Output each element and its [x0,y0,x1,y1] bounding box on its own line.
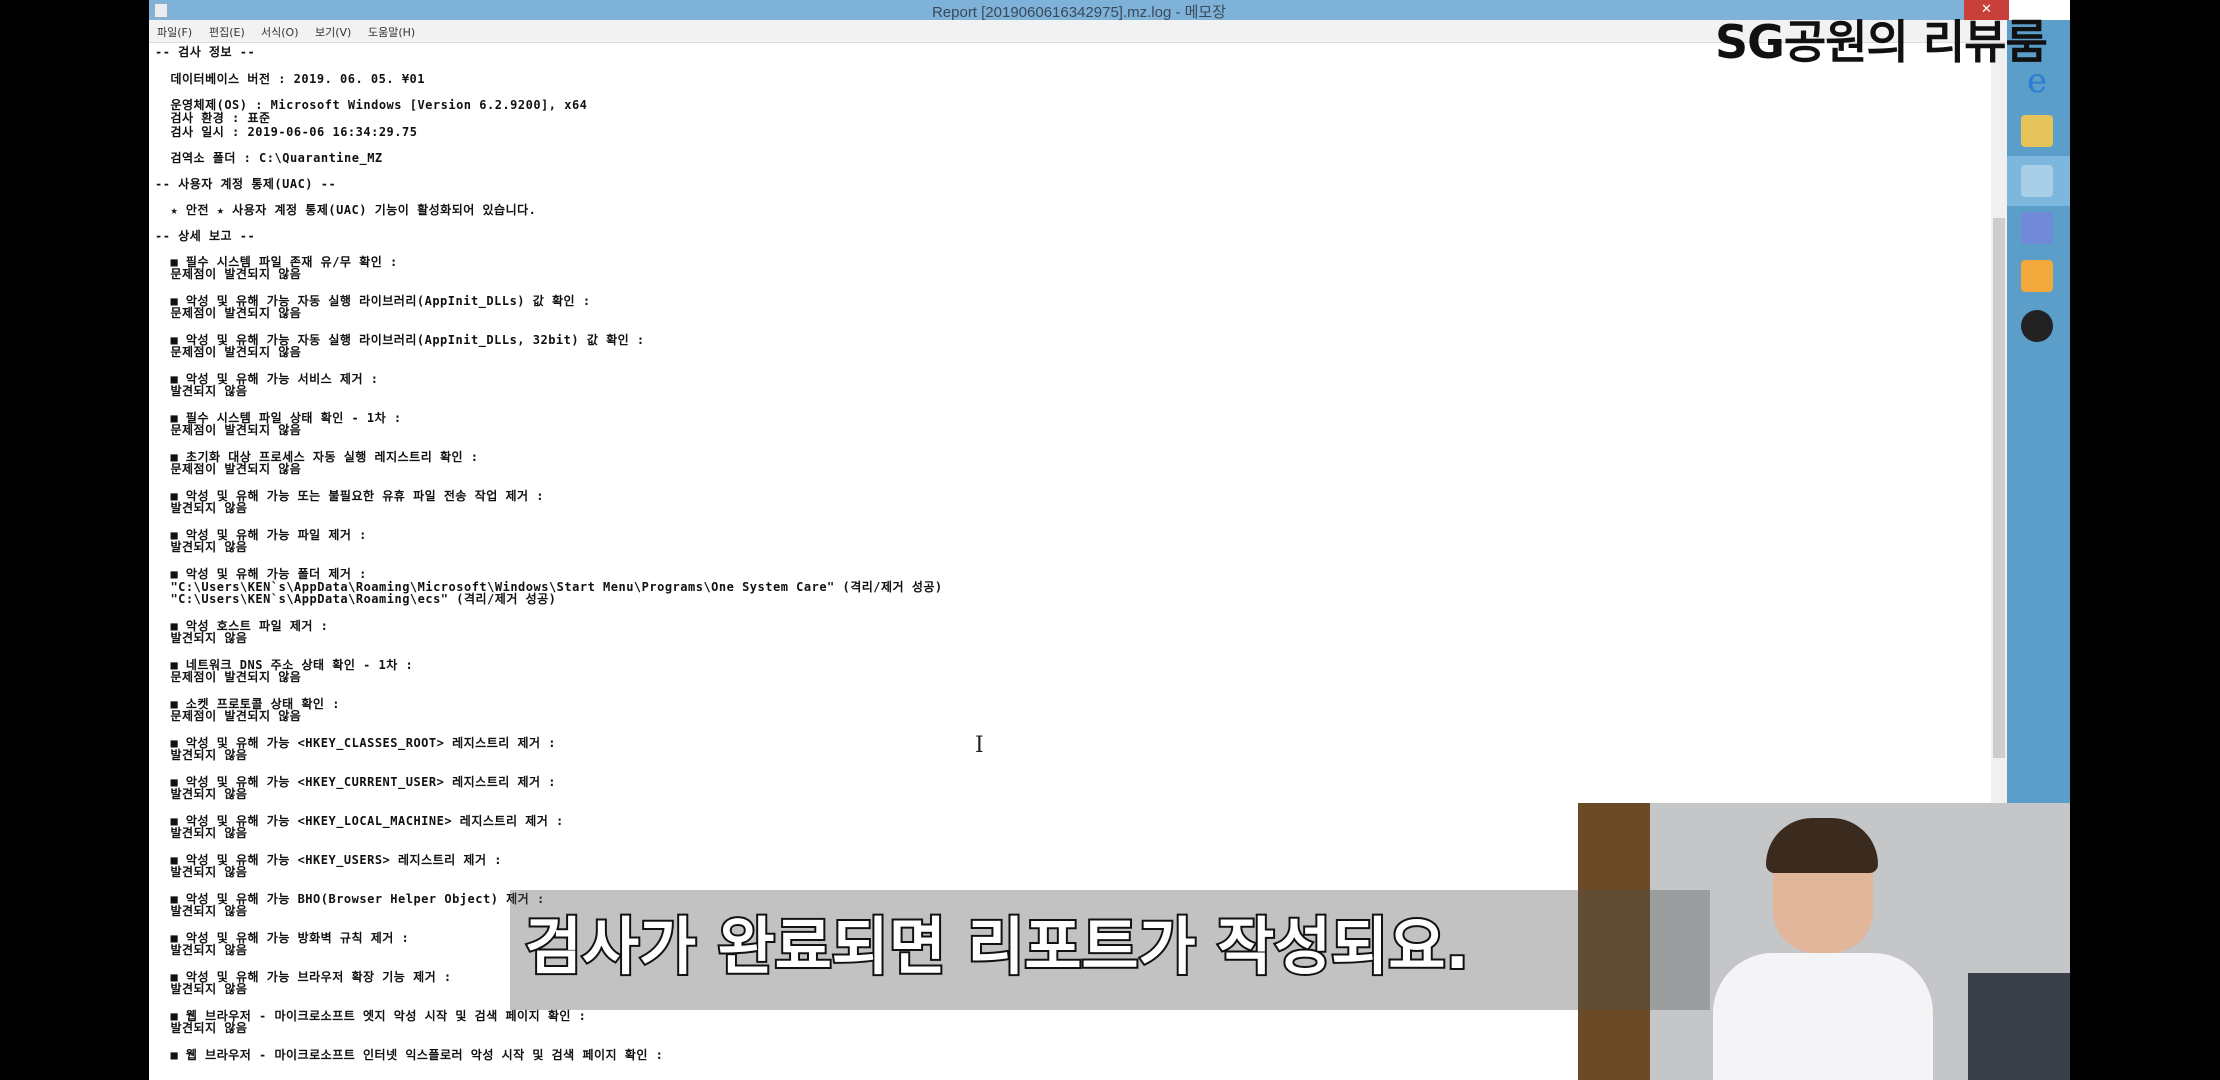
log-line: 발견되지 않음 [155,904,248,918]
log-line: 발견되지 않음 [155,1021,248,1035]
text-cursor-icon: I [975,733,984,758]
log-line: 문제점이 발견되지 않음 [155,306,302,320]
log-line: 발견되지 않음 [155,982,248,996]
log-line: 발견되지 않음 [155,384,248,398]
log-line: 검역소 폴더 : C:\Quarantine_MZ [155,151,383,165]
obs-icon[interactable] [2021,310,2053,342]
log-line: 문제점이 발견되지 않음 [155,423,302,437]
log-line: 검사 일시 : 2019-06-06 16:34:29.75 [155,125,418,139]
log-line: 발견되지 않음 [155,540,248,554]
log-line: 문제점이 발견되지 않음 [155,709,302,723]
kakaotalk-icon[interactable] [2021,260,2053,292]
log-line: 데이터베이스 버전 : 2019. 06. 05. ¥01 [155,72,425,86]
log-line: 발견되지 않음 [155,631,248,645]
log-line: 발견되지 않음 [155,826,248,840]
menu-file[interactable]: 파일(F) [157,24,192,40]
notepad-icon[interactable] [2021,165,2053,197]
log-line: -- 상세 보고 -- [155,229,256,243]
log-line: 문제점이 발견되지 않음 [155,462,302,476]
menu-edit[interactable]: 편집(E) [209,24,245,40]
webcam-chair [1968,973,2070,1080]
log-line: ★ 안전 ★ 사용자 계정 통제(UAC) 기능이 활성화되어 있습니다. [155,203,537,217]
log-line: 문제점이 발견되지 않음 [155,345,302,359]
discord-icon[interactable] [2021,212,2053,244]
log-line: 문제점이 발견되지 않음 [155,670,302,684]
menu-view[interactable]: 보기(V) [315,24,351,40]
folder-icon[interactable] [2021,115,2053,147]
log-line: 발견되지 않음 [155,943,248,957]
log-line: 발견되지 않음 [155,501,248,515]
menu-help[interactable]: 도움말(H) [368,24,415,40]
log-line: "C:\Users\KEN`s\AppData\Roaming\ecs" (격리… [155,592,557,606]
log-line: 발견되지 않음 [155,865,248,879]
log-line: -- 사용자 계정 통제(UAC) -- [155,177,337,191]
video-subtitle: 검사가 완료되면 리포트가 작성되요. [523,908,1471,985]
log-line: 발견되지 않음 [155,787,248,801]
scrollbar-thumb[interactable] [1993,218,2005,758]
log-line: -- 검사 정보 -- [155,45,256,59]
log-line: 발견되지 않음 [155,748,248,762]
webcam-person-body [1713,953,1933,1080]
log-line: 문제점이 발견되지 않음 [155,267,302,281]
log-line: ■ 웹 브라우저 - 마이크로소프트 인터넷 익스플로러 악성 시작 및 검색 … [155,1048,664,1062]
menu-format[interactable]: 서식(O) [261,24,298,40]
channel-logo: SG공원의 리뷰룸 [1715,15,2048,69]
